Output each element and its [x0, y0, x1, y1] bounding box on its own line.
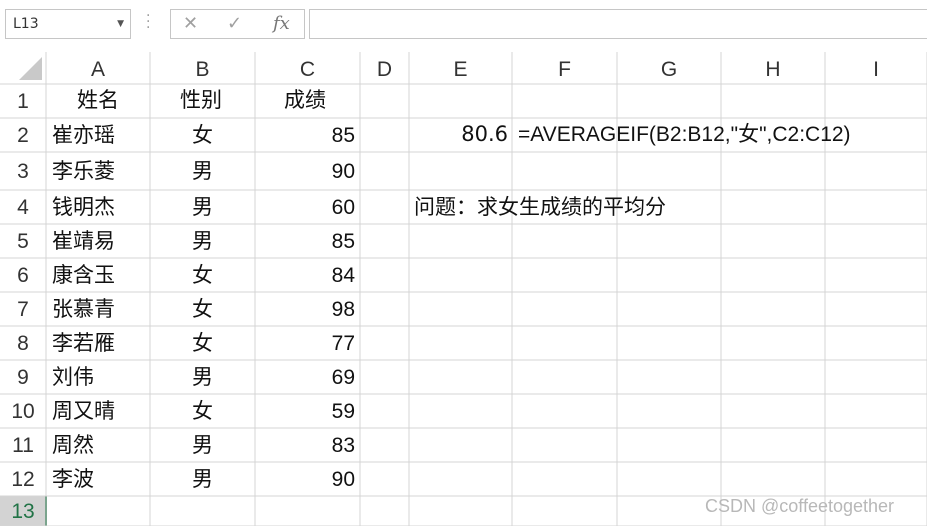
row-header-6[interactable]: 6: [0, 265, 46, 286]
cell-B7[interactable]: 女: [150, 299, 255, 320]
name-box-value: L13: [13, 16, 39, 32]
cell-C9[interactable]: 69: [255, 367, 355, 388]
cell-C12[interactable]: 90: [255, 469, 355, 490]
column-header-A[interactable]: A: [46, 59, 150, 80]
column-header-B[interactable]: B: [150, 59, 255, 80]
cell-B6[interactable]: 女: [150, 265, 255, 286]
cell-B12[interactable]: 男: [150, 469, 255, 490]
cell-E2-result[interactable]: 80.6: [408, 124, 508, 145]
cell-F2-formula-text[interactable]: =AVERAGEIF(B2:B12,"女",C2:C12): [518, 124, 851, 145]
cell-E4-question[interactable]: 问题：求女生成绩的平均分: [414, 197, 666, 218]
column-header-D[interactable]: D: [360, 59, 409, 80]
formula-bar: L13 ▼ · · · ✕ ✓ fx: [0, 0, 927, 52]
cell-B9[interactable]: 男: [150, 367, 255, 388]
cell-A12[interactable]: 李波: [52, 469, 94, 490]
cell-C8[interactable]: 77: [255, 333, 355, 354]
row-header-5[interactable]: 5: [0, 231, 46, 252]
drag-handle-icon[interactable]: · · ·: [146, 9, 152, 35]
name-box[interactable]: L13 ▼: [5, 9, 131, 39]
formula-input[interactable]: [309, 9, 927, 39]
cell-B4[interactable]: 男: [150, 197, 255, 218]
column-header-H[interactable]: H: [721, 59, 825, 80]
insert-function-icon[interactable]: fx: [273, 13, 290, 34]
confirm-icon[interactable]: ✓: [227, 13, 242, 34]
row-header-9[interactable]: 9: [0, 367, 46, 388]
formula-buttons: ✕ ✓ fx: [170, 9, 305, 39]
row-header-10[interactable]: 10: [0, 401, 46, 422]
row-header-7[interactable]: 7: [0, 299, 46, 320]
cell-A8[interactable]: 李若雁: [52, 333, 115, 354]
cell-A3[interactable]: 李乐菱: [52, 161, 115, 182]
watermark: CSDN @coffeetogether: [705, 496, 895, 516]
cell-C11[interactable]: 83: [255, 435, 355, 456]
column-header-E[interactable]: E: [409, 59, 512, 80]
cell-C2[interactable]: 85: [255, 125, 355, 146]
row-header-12[interactable]: 12: [0, 469, 46, 490]
cell-B11[interactable]: 男: [150, 435, 255, 456]
row-header-11[interactable]: 11: [0, 435, 46, 456]
cell-A5[interactable]: 崔靖易: [52, 231, 115, 252]
row-header-13[interactable]: 13: [0, 501, 46, 522]
row-header-3[interactable]: 3: [0, 161, 46, 182]
column-header-C[interactable]: C: [255, 59, 360, 80]
cell-C3[interactable]: 90: [255, 161, 355, 182]
cell-C7[interactable]: 98: [255, 299, 355, 320]
cell-A10[interactable]: 周又晴: [52, 401, 115, 422]
cell-A1[interactable]: 姓名: [77, 90, 119, 111]
cell-C5[interactable]: 85: [255, 231, 355, 252]
row-header-1[interactable]: 1: [0, 91, 46, 112]
chevron-down-icon[interactable]: ▼: [117, 10, 124, 38]
cell-A6[interactable]: 康含玉: [52, 265, 115, 286]
row-header-8[interactable]: 8: [0, 333, 46, 354]
cell-B8[interactable]: 女: [150, 333, 255, 354]
cell-C4[interactable]: 60: [255, 197, 355, 218]
cell-C10[interactable]: 59: [255, 401, 355, 422]
column-header-I[interactable]: I: [825, 59, 927, 80]
cancel-icon[interactable]: ✕: [183, 13, 198, 34]
cell-A2[interactable]: 崔亦瑶: [52, 125, 115, 146]
column-header-G[interactable]: G: [617, 59, 721, 80]
cell-B5[interactable]: 男: [150, 231, 255, 252]
cell-B10[interactable]: 女: [150, 401, 255, 422]
cell-A7[interactable]: 张慕青: [52, 299, 115, 320]
column-header-F[interactable]: F: [512, 59, 617, 80]
row-header-4[interactable]: 4: [0, 197, 46, 218]
cell-B1[interactable]: 性别: [180, 90, 222, 111]
cell-B3[interactable]: 男: [150, 161, 255, 182]
cell-C1[interactable]: 成绩: [284, 90, 326, 111]
cell-A4[interactable]: 钱明杰: [52, 197, 115, 218]
cell-A9[interactable]: 刘伟: [52, 367, 94, 388]
row-header-2[interactable]: 2: [0, 125, 46, 146]
cell-C6[interactable]: 84: [255, 265, 355, 286]
cell-A11[interactable]: 周然: [52, 435, 94, 456]
cell-B2[interactable]: 女: [150, 125, 255, 146]
